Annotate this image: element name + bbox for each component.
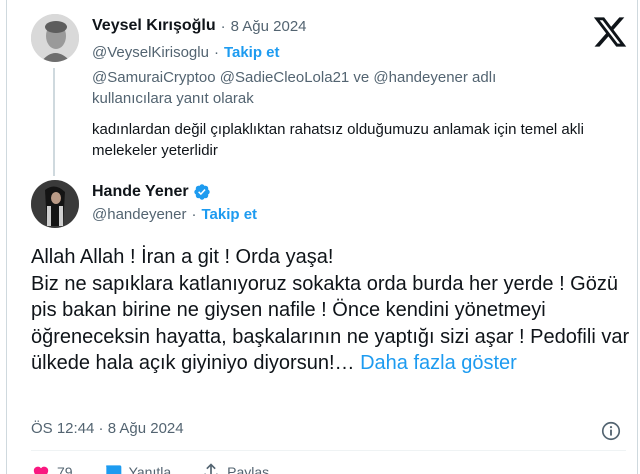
reply-icon [105,465,121,474]
x-logo-icon[interactable] [592,14,628,50]
follow-button[interactable]: Takip et [201,206,257,223]
tweet-embed-card: Veysel Kırışoğlu · 8 Ağu 2024 @VeyselKir… [6,0,638,474]
author-name[interactable]: Hande Yener [92,183,189,201]
main-tweet-body: Allah Allah ! İran a git ! Orda yaşa! Bi… [31,246,630,374]
parent-handle-row: @VeyselKirisoglu · Takip et [92,44,280,61]
like-count: 79 [57,464,73,474]
separator-dot: · [220,17,226,35]
main-tweet-text: Allah Allah ! İran a git ! Orda yaşa! Bi… [31,244,631,377]
parent-author-row: Veysel Kırışoğlu · 8 Ağu 2024 [92,17,307,35]
info-icon[interactable] [600,420,622,442]
tweet-timestamp[interactable]: ÖS 12:44 · 8 Ağu 2024 [31,420,184,437]
separator-dot: · [213,44,219,61]
author-handle[interactable]: @VeyselKirisoglu [92,44,209,61]
share-button[interactable]: Paylaş [201,462,269,474]
main-author-row: Hande Yener [92,183,211,201]
thread-connector [53,68,55,176]
parent-tweet-text: kadınlardan değil çıplaklıktan rahatsız … [92,121,584,159]
verified-badge-icon [193,183,211,201]
show-more-link[interactable]: Daha fazla göster [360,352,517,374]
reply-label: Yanıtla [128,464,172,474]
avatar[interactable] [31,14,79,62]
like-button[interactable]: 79 [31,462,73,474]
main-handle-row: @handeyener · Takip et [92,206,257,223]
author-name[interactable]: Veysel Kırışoğlu [92,17,216,35]
author-handle[interactable]: @handeyener [92,206,186,223]
reply-button[interactable]: Yanıtla [103,462,172,474]
share-label: Paylaş [227,464,270,474]
reply-context: @SamuraiCryptoo @SadieCleoLola21 ve @han… [92,69,497,107]
tweet-date[interactable]: 8 Ağu 2024 [231,18,307,35]
follow-button[interactable]: Takip et [224,44,280,61]
heart-icon [33,466,49,474]
share-icon [204,463,218,474]
action-bar: 79 Yanıtla Paylaş [31,462,299,474]
avatar[interactable] [31,180,79,228]
divider [31,450,626,451]
separator-dot: · [191,206,197,223]
